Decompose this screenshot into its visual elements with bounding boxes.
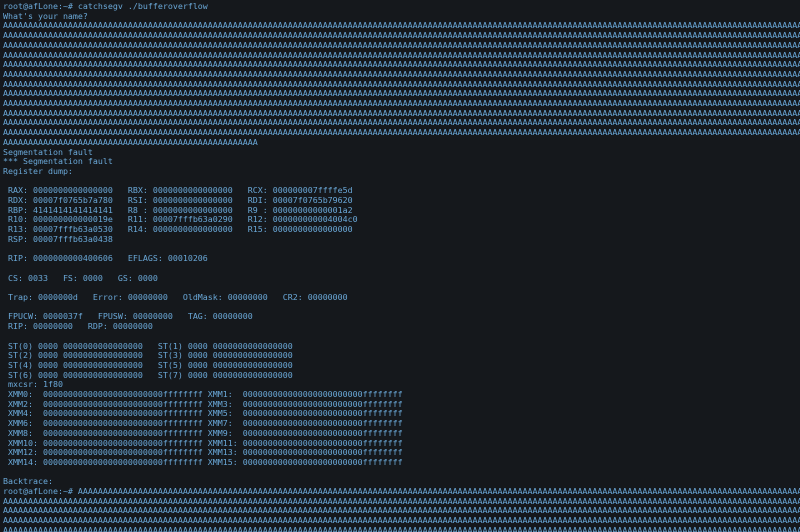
terminal-line: root@afLone:~# catchsegv ./bufferoverflo… <box>3 2 208 11</box>
terminal-line: AAAAAAAAAAAAAAAAAAAAAAAAAAAAAAAAAAAAAAAA… <box>3 118 800 128</box>
terminal-line: AAAAAAAAAAAAAAAAAAAAAAAAAAAAAAAAAAAAAAAA… <box>3 108 800 118</box>
terminal-line: AAAAAAAAAAAAAAAAAAAAAAAAAAAAAAAAAAAAAAAA… <box>3 137 258 147</box>
terminal-line: RIP: 00000000 RDP: 00000000 <box>3 322 153 332</box>
terminal-line: AAAAAAAAAAAAAAAAAAAAAAAAAAAAAAAAAAAAAAAA… <box>3 79 800 89</box>
terminal-line: AAAAAAAAAAAAAAAAAAAAAAAAAAAAAAAAAAAAAAAA… <box>3 31 800 41</box>
terminal-line: Backtrace: <box>3 477 53 487</box>
terminal-line: AAAAAAAAAAAAAAAAAAAAAAAAAAAAAAAAAAAAAAAA… <box>3 516 800 526</box>
terminal-line: AAAAAAAAAAAAAAAAAAAAAAAAAAAAAAAAAAAAAAAA… <box>3 40 800 50</box>
terminal-line: AAAAAAAAAAAAAAAAAAAAAAAAAAAAAAAAAAAAAAAA… <box>3 496 800 506</box>
terminal-line: AAAAAAAAAAAAAAAAAAAAAAAAAAAAAAAAAAAAAAAA… <box>3 89 800 99</box>
terminal-line: XMM10: 000000000000000000000000ffffffff … <box>3 438 403 448</box>
terminal-line: RBP: 4141414141414141 R8 : 0000000000000… <box>3 205 353 215</box>
terminal-line: XMM4: 000000000000000000000000ffffffff X… <box>3 409 403 419</box>
terminal-line: root@afLone:~# AAAAAAAAAAAAAAAAAAAAAAAAA… <box>3 487 800 496</box>
terminal-line: RIP: 0000000000400606 EFLAGS: 00010206 <box>3 254 208 264</box>
terminal-line: AAAAAAAAAAAAAAAAAAAAAAAAAAAAAAAAAAAAAAAA… <box>3 21 800 31</box>
terminal-line: AAAAAAAAAAAAAAAAAAAAAAAAAAAAAAAAAAAAAAAA… <box>3 69 800 79</box>
terminal-line: What's your name? <box>3 11 88 21</box>
terminal-line: ST(2) 0000 0000000000000000 ST(3) 0000 0… <box>3 351 293 361</box>
terminal-line: Trap: 0000000d Error: 00000000 OldMask: … <box>3 293 348 302</box>
terminal-line: FPUCW: 0000037f FPUSW: 00000000 TAG: 000… <box>3 312 253 322</box>
terminal-line: AAAAAAAAAAAAAAAAAAAAAAAAAAAAAAAAAAAAAAAA… <box>3 60 800 70</box>
terminal-line: XMM6: 000000000000000000000000ffffffff X… <box>3 419 403 429</box>
terminal-line: XMM2: 000000000000000000000000ffffffff X… <box>3 399 403 409</box>
terminal-window[interactable]: root@afLone:~# catchsegv ./bufferoverflo… <box>0 0 800 532</box>
terminal-line: XMM0: 000000000000000000000000ffffffff X… <box>3 390 403 399</box>
terminal-line: RDX: 00007f0765b7a780 RSI: 0000000000000… <box>3 196 353 205</box>
terminal-line: *** Segmentation fault <box>3 157 113 167</box>
terminal-line: ST(6) 0000 0000000000000000 ST(7) 0000 0… <box>3 370 293 380</box>
terminal-line: AAAAAAAAAAAAAAAAAAAAAAAAAAAAAAAAAAAAAAAA… <box>3 525 800 532</box>
terminal-line: mxcsr: 1f80 <box>3 380 63 390</box>
terminal-line: AAAAAAAAAAAAAAAAAAAAAAAAAAAAAAAAAAAAAAAA… <box>3 506 800 516</box>
terminal-line: XMM12: 000000000000000000000000ffffffff … <box>3 448 403 458</box>
terminal-line: AAAAAAAAAAAAAAAAAAAAAAAAAAAAAAAAAAAAAAAA… <box>3 99 800 108</box>
terminal-line: XMM14: 000000000000000000000000ffffffff … <box>3 457 403 467</box>
terminal-line: AAAAAAAAAAAAAAAAAAAAAAAAAAAAAAAAAAAAAAAA… <box>3 50 800 60</box>
terminal-line: ST(4) 0000 0000000000000000 ST(5) 0000 0… <box>3 360 293 370</box>
terminal-line: Register dump: <box>3 166 73 176</box>
terminal-line: CS: 0033 FS: 0000 GS: 0000 <box>3 273 158 283</box>
terminal-line: R10: 000000000000019e R11: 00007fffb63a0… <box>3 215 358 225</box>
terminal-line: XMM8: 000000000000000000000000ffffffff X… <box>3 428 403 438</box>
terminal-line: Segmentation fault <box>3 147 93 157</box>
terminal-line: ST(0) 0000 0000000000000000 ST(1) 0000 0… <box>3 341 293 351</box>
terminal-line: RSP: 00007fffb63a0438 <box>3 234 113 244</box>
terminal-line: AAAAAAAAAAAAAAAAAAAAAAAAAAAAAAAAAAAAAAAA… <box>3 128 800 138</box>
terminal-line: RAX: 0000000000000000 RBX: 0000000000000… <box>3 186 353 196</box>
terminal-line: R13: 00007fffb63a0530 R14: 0000000000000… <box>3 225 353 235</box>
